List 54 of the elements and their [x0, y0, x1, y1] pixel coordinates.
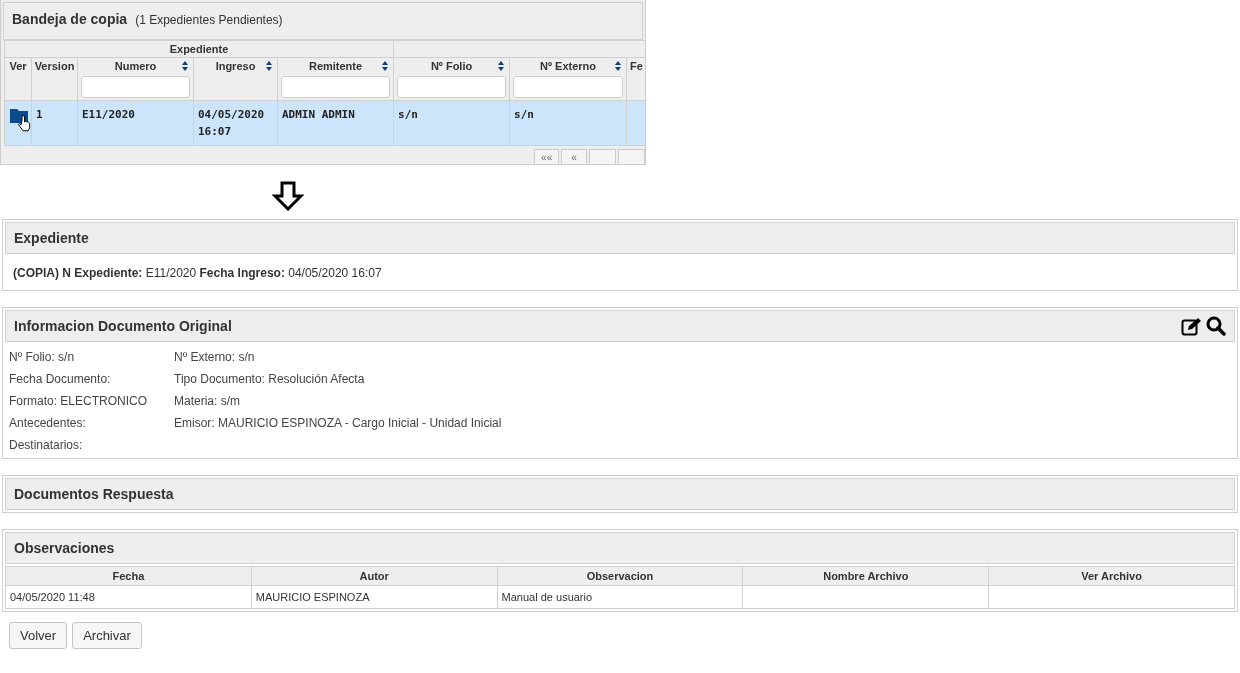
field-label: Nº Externo: s/n — [174, 350, 256, 364]
down-arrow-icon — [272, 181, 304, 211]
filter-field[interactable] — [513, 76, 624, 98]
column-header: Nombre Archivo — [742, 566, 989, 586]
column-header: Autor — [251, 566, 498, 586]
table-cell: ADMIN ADMIN — [277, 100, 394, 146]
table-cell: 1 — [31, 100, 78, 146]
field-label: Destinatarios: — [9, 438, 84, 452]
edit-icon[interactable] — [1181, 316, 1202, 336]
field-label: Formato: ELECTRONICO — [9, 394, 149, 408]
table-cell: Manual de usuario — [497, 585, 743, 609]
field-label: Emisor: MAURICIO ESPINOZA - Cargo Inicial - Unidad Inicial — [174, 416, 503, 430]
panel-title: Observaciones — [14, 540, 115, 556]
field-label: Fecha Documento: — [9, 372, 112, 386]
table-cell: 04/05/2020 11:48 — [5, 585, 252, 609]
table-cell: s/n — [393, 100, 510, 146]
panel-title: Bandeja de copia — [12, 11, 128, 27]
field-label: Antecedentes: — [9, 416, 87, 430]
column-header: Ver Archivo — [988, 566, 1235, 586]
column-header: Ver — [4, 57, 32, 101]
search-icon[interactable] — [1206, 316, 1226, 336]
action-button[interactable]: Archivar — [72, 622, 142, 649]
pager-button[interactable]: « — [561, 149, 587, 164]
pager-button[interactable]: «« — [534, 149, 560, 164]
column-header[interactable]: Numero — [77, 57, 194, 101]
column-group-header: Expediente — [4, 40, 394, 58]
panel-title: Informacion Documento Original — [14, 318, 232, 334]
table-cell: MAURICIO ESPINOZA — [251, 585, 498, 609]
field-label: Nº Folio: s/n — [9, 350, 76, 364]
filter-field[interactable] — [281, 76, 391, 98]
filter-field[interactable] — [397, 76, 507, 98]
pending-count: (1 Expedientes Pendientes) — [135, 13, 283, 27]
column-header[interactable]: Nº Externo — [509, 57, 627, 101]
column-header[interactable]: Remitente — [277, 57, 394, 101]
table-cell: E11/2020 — [77, 100, 194, 146]
field-label: Materia: s/m — [174, 394, 241, 408]
action-button[interactable]: Volver — [9, 622, 68, 649]
field-label: Tipo Documento: Resolución Afecta — [174, 372, 366, 386]
column-header: Fecha — [5, 566, 252, 586]
column-header[interactable]: Ingreso — [193, 57, 278, 101]
expediente-summary: (COPIA) N Expediente: E11/2020 Fecha Ingreso: 04/05/2020 16:07 — [12, 265, 383, 282]
column-header: Version — [31, 57, 78, 101]
sort-icon[interactable] — [615, 61, 622, 71]
panel-title: Documentos Respuesta — [14, 486, 174, 502]
sort-icon[interactable] — [498, 61, 505, 71]
column-header[interactable]: Nº Folio — [393, 57, 510, 101]
filter-field[interactable] — [81, 76, 190, 98]
sort-icon[interactable] — [382, 61, 389, 71]
sort-icon[interactable] — [266, 61, 272, 71]
panel-title: Expediente — [14, 230, 89, 246]
table-cell: s/n — [509, 100, 627, 146]
sort-icon[interactable] — [182, 61, 188, 71]
table-cell: 04/05/2020 16:07 — [193, 100, 278, 146]
column-header: Observacion — [497, 566, 743, 586]
